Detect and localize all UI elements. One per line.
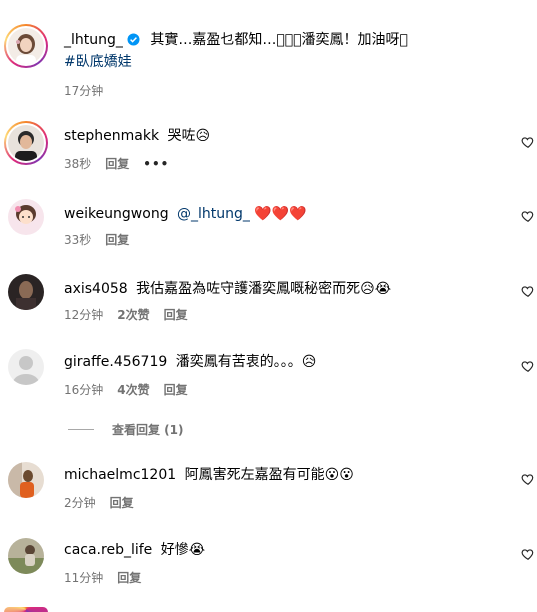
username[interactable]: _lhtung_ bbox=[64, 32, 123, 48]
emoji: 😭 bbox=[188, 542, 206, 558]
heart-outline-icon[interactable] bbox=[521, 284, 535, 298]
view-replies-button[interactable]: 查看回复 (1) bbox=[68, 421, 184, 438]
timestamp[interactable]: 2分钟 bbox=[64, 494, 96, 511]
post-caption: _lhtung_ 其實…嘉盈乜都知…􀀀􀀀􀀀潘奕鳳！加油呀􀀀 #臥底嬌娃 17分钟 bbox=[0, 24, 537, 104]
avatar-image bbox=[8, 125, 44, 161]
username[interactable]: caca.reb_life bbox=[64, 542, 152, 558]
like-count[interactable]: 4次赞 bbox=[117, 381, 149, 398]
comment-text: 哭咗 bbox=[167, 128, 196, 144]
avatar-image bbox=[8, 538, 44, 574]
comment-item: michaelmc1201 阿鳳害死左嘉盈有可能😮😮 2分钟 回复 bbox=[0, 462, 537, 522]
reply-button[interactable]: 回复 bbox=[117, 569, 141, 586]
reply-button[interactable]: 回复 bbox=[164, 381, 188, 398]
comment-text: 我估嘉盈為咗守護潘奕鳳嘅秘密而死 bbox=[136, 281, 361, 297]
comment-text: 阿鳳害死左嘉盈有可能 bbox=[184, 467, 325, 483]
comment-item: stephenmakk 哭咗😥 38秒 回复 ••• bbox=[0, 121, 537, 181]
reply-button[interactable]: 回复 bbox=[110, 494, 134, 511]
avatar-weikeungwong[interactable] bbox=[8, 199, 44, 235]
more-options-icon[interactable]: ••• bbox=[143, 157, 169, 171]
verified-badge-icon bbox=[127, 33, 140, 51]
comment-item: giraffe.456719 潘奕鳳有苦衷的。。。😥 16分钟 4次赞 回复 bbox=[0, 349, 537, 409]
timestamp[interactable]: 12分钟 bbox=[64, 306, 103, 323]
emoji: 😮😮 bbox=[324, 467, 354, 483]
avatar-stephenmakk[interactable] bbox=[4, 121, 48, 165]
heart-outline-icon[interactable] bbox=[521, 135, 535, 149]
avatar-image bbox=[8, 274, 44, 310]
username[interactable]: michaelmc1201 bbox=[64, 467, 176, 483]
username[interactable]: axis4058 bbox=[64, 281, 128, 297]
avatar-caca-reb-life[interactable] bbox=[8, 538, 44, 574]
timestamp[interactable]: 17分钟 bbox=[64, 82, 103, 99]
view-replies-label[interactable]: 查看回复 (1) bbox=[112, 421, 184, 438]
comment-text: 潘奕鳳有苦衷的。。。 bbox=[175, 354, 302, 370]
reply-button[interactable]: 回复 bbox=[164, 306, 188, 323]
timestamp[interactable]: 11分钟 bbox=[64, 569, 103, 586]
reply-button[interactable]: 回复 bbox=[105, 231, 129, 248]
divider bbox=[68, 429, 94, 430]
comment-item: caca.reb_life 好慘😭 11分钟 回复 bbox=[0, 538, 537, 598]
avatar-michaelmc1201[interactable] bbox=[8, 462, 44, 498]
hashtag-line: #臥底嬌娃 bbox=[64, 53, 132, 71]
avatar-image bbox=[8, 28, 44, 64]
timestamp[interactable]: 16分钟 bbox=[64, 381, 103, 398]
comment-item: weikeungwong @_lhtung_ ❤️❤️❤️ 33秒 回复 bbox=[0, 199, 537, 259]
heart-outline-icon[interactable] bbox=[521, 209, 535, 223]
heart-outline-icon[interactable] bbox=[521, 472, 535, 486]
avatar-axis4058[interactable] bbox=[8, 274, 44, 310]
emoji: 😥😭 bbox=[360, 281, 392, 297]
avatar-image bbox=[8, 462, 44, 498]
username[interactable]: giraffe.456719 bbox=[64, 354, 167, 370]
timestamp[interactable]: 38秒 bbox=[64, 155, 91, 172]
caption-text: 其實…嘉盈乜都知…􀀀􀀀􀀀潘奕鳳！加油呀􀀀 bbox=[150, 32, 408, 48]
avatar-lhtung[interactable] bbox=[4, 24, 48, 68]
timestamp[interactable]: 33秒 bbox=[64, 231, 91, 248]
username[interactable]: weikeungwong bbox=[64, 206, 169, 222]
emoji: 😥 bbox=[195, 128, 211, 144]
hashtag-link[interactable]: #臥底嬌娃 bbox=[64, 54, 132, 70]
caption-line: _lhtung_ 其實…嘉盈乜都知…􀀀􀀀􀀀潘奕鳳！加油呀􀀀 bbox=[64, 31, 408, 51]
reply-button[interactable]: 回复 bbox=[105, 155, 129, 172]
heart-outline-icon[interactable] bbox=[521, 547, 535, 561]
comment-text: 好慘 bbox=[160, 542, 189, 558]
avatar-image bbox=[8, 199, 44, 235]
like-count[interactable]: 2次赞 bbox=[117, 306, 149, 323]
emoji: ❤️❤️❤️ bbox=[254, 206, 307, 222]
avatar-giraffe[interactable] bbox=[8, 349, 44, 385]
default-avatar-icon bbox=[8, 349, 44, 385]
emoji: 😥 bbox=[301, 354, 317, 370]
username[interactable]: stephenmakk bbox=[64, 128, 159, 144]
caption-meta: 17分钟 bbox=[64, 82, 103, 99]
comment-item: axis4058 我估嘉盈為咗守護潘奕鳳嘅秘密而死😥😭 12分钟 2次赞 回复 bbox=[0, 274, 537, 334]
heart-outline-icon[interactable] bbox=[521, 359, 535, 373]
avatar-next-comment[interactable] bbox=[4, 607, 48, 612]
mention-link[interactable]: @_lhtung_ bbox=[177, 206, 250, 222]
